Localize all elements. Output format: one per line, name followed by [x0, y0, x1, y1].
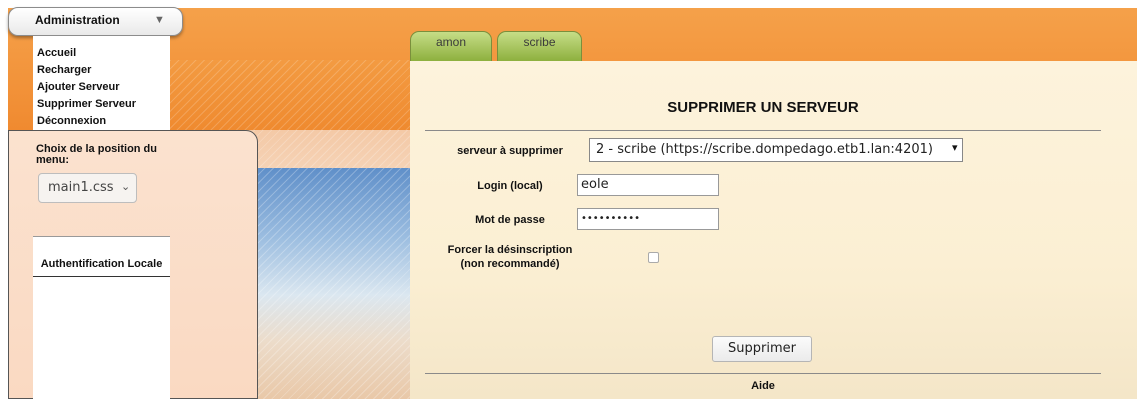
server-select-value: 2 - scribe (https://scribe.dompedago.etb… [596, 142, 933, 157]
menu-position-label: Choix de la position du menu: [36, 143, 157, 166]
administration-menu-label: Administration [35, 13, 120, 27]
sidebar-item-recharger[interactable]: Recharger [37, 62, 136, 79]
help-title: Aide [751, 380, 775, 392]
administration-menu-button[interactable]: Administration ▼ [8, 7, 183, 36]
force-label-line2: (non recommandé) [460, 258, 560, 270]
page-title: SUPPRIMER UN SERVEUR [667, 99, 859, 116]
auth-title: Authentification Locale [40, 258, 163, 270]
header-pattern [170, 60, 410, 130]
sidebar-item-ajouter-serveur[interactable]: Ajouter Serveur [37, 79, 136, 96]
menu-position-select[interactable]: main1.css ⌄ [38, 173, 137, 203]
sidebar-item-supprimer-serveur[interactable]: Supprimer Serveur [37, 96, 136, 113]
tab-scribe[interactable]: scribe [497, 31, 582, 61]
sidebar-menu: Accueil Recharger Ajouter Serveur Suppri… [37, 45, 136, 130]
login-input[interactable]: eole [577, 174, 719, 196]
sidebar-item-deconnexion[interactable]: Déconnexion [37, 113, 136, 130]
dropdown-arrow-icon: ▾ [952, 141, 958, 154]
tab-amon[interactable]: amon [410, 31, 492, 61]
auth-divider [33, 276, 170, 277]
force-unsubscribe-checkbox[interactable] [648, 252, 659, 263]
divider-bottom [425, 373, 1101, 374]
sidebar-item-accueil[interactable]: Accueil [37, 45, 136, 62]
server-label: serveur à supprimer [457, 145, 563, 157]
supprimer-button[interactable]: Supprimer [712, 336, 812, 362]
menu-position-value: main1.css [48, 180, 114, 195]
divider-top [425, 130, 1101, 131]
server-select[interactable]: 2 - scribe (https://scribe.dompedago.etb… [589, 138, 963, 162]
chevron-down-icon: ⌄ [121, 180, 131, 193]
auth-panel: Authentification Locale [33, 236, 170, 399]
force-label-line1: Forcer la désinscription [447, 244, 573, 256]
password-input[interactable]: •••••••••• [577, 208, 719, 230]
background-sea [256, 168, 410, 399]
triangle-down-icon: ▼ [154, 14, 165, 26]
